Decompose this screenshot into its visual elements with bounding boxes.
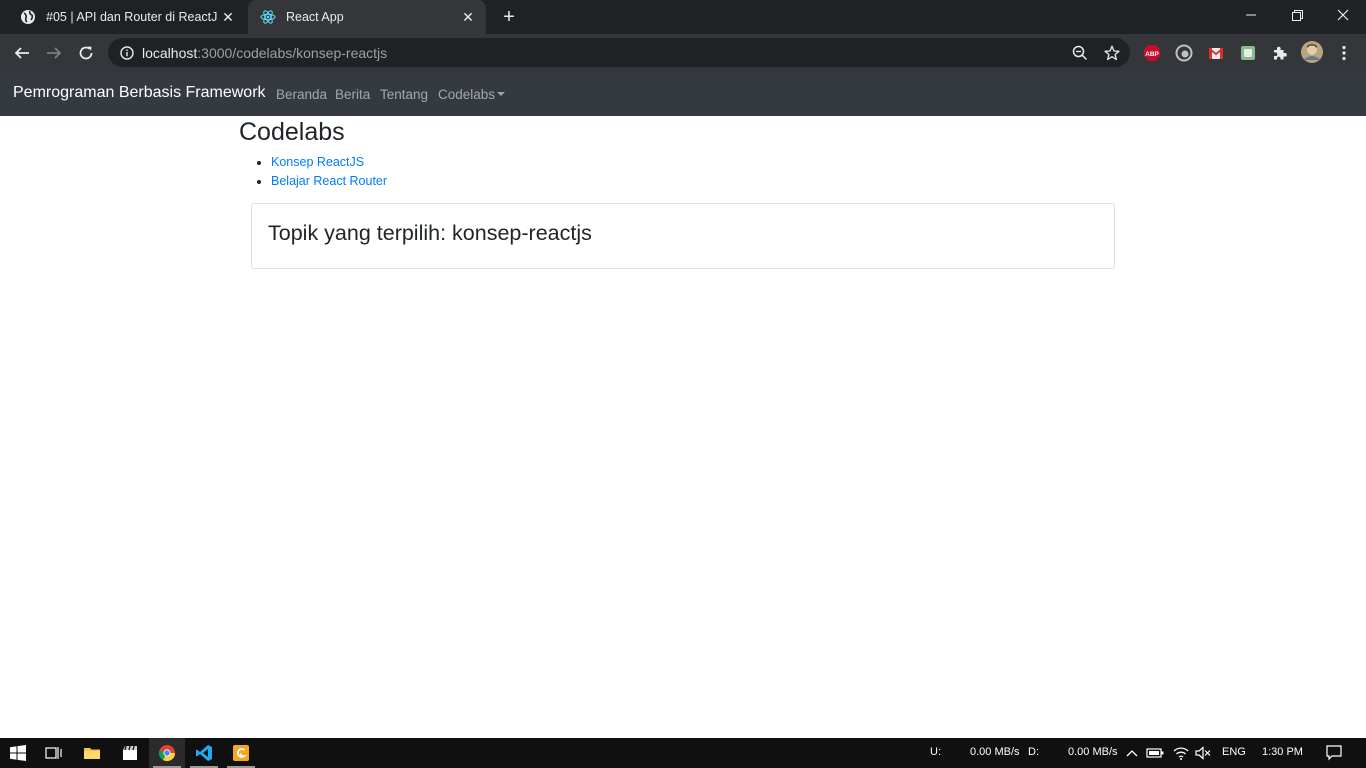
orange-app-icon[interactable] (223, 738, 259, 768)
topic-link-konsep-reactjs[interactable]: Konsep ReactJS (271, 155, 364, 169)
selected-topic-heading: Topik yang terpilih: konsep-reactjs (268, 221, 592, 245)
nav-link-beranda[interactable]: Beranda (276, 87, 327, 102)
topic-link-belajar-react-router[interactable]: Belajar React Router (271, 174, 387, 188)
upload-speed: 0.00 MB/s (970, 746, 1020, 758)
tab-title: React App (286, 10, 344, 24)
tab-title: #05 | API dan Router di ReactJs (46, 10, 218, 24)
volume-muted-icon[interactable] (1194, 738, 1212, 768)
selected-topic-card: Topik yang terpilih: konsep-reactjs (251, 203, 1115, 269)
chrome-taskbar-icon[interactable] (149, 738, 185, 768)
url-path: :3000/codelabs/konsep-reactjs (197, 44, 388, 61)
url-host: localhost (142, 44, 198, 61)
profile-avatar[interactable] (1300, 40, 1324, 64)
media-app-icon[interactable] (112, 738, 148, 768)
close-tab-icon[interactable]: ✕ (458, 7, 478, 27)
list-item: Belajar React Router (271, 173, 387, 192)
task-view-icon[interactable] (36, 738, 72, 768)
browser-tab-react-app[interactable]: React App ✕ (248, 0, 486, 34)
site-info-icon[interactable] (119, 45, 135, 61)
browser-tab-api-router[interactable]: #05 | API dan Router di ReactJs ✕ (8, 0, 246, 34)
app-navbar: Pemrograman Berbasis Framework Beranda B… (0, 72, 1366, 116)
edge-sync-icon[interactable] (1174, 43, 1194, 63)
reload-icon (79, 46, 93, 60)
windows-start-icon[interactable] (0, 738, 36, 768)
page-title: Codelabs (239, 118, 345, 146)
close-window-button[interactable] (1320, 0, 1366, 30)
new-tab-button[interactable]: + (498, 7, 520, 29)
zoom-icon[interactable] (1066, 38, 1094, 67)
nav-link-berita[interactable]: Berita (335, 87, 370, 102)
list-item: Konsep ReactJS (271, 154, 387, 173)
note-extension-icon[interactable] (1238, 43, 1258, 63)
browser-toolbar: localhost:3000/codelabs/konsep-reactjs A… (0, 34, 1366, 72)
chrome-menu-icon[interactable] (1334, 43, 1354, 63)
file-explorer-icon[interactable] (74, 738, 110, 768)
mail-extension-icon[interactable] (1206, 43, 1226, 63)
vscode-icon[interactable] (186, 738, 222, 768)
windows-taskbar: U: 0.00 MB/s D: 0.00 MB/s ENG 1:30 PM (0, 738, 1366, 768)
forward-arrow-icon (47, 47, 62, 59)
forward-button[interactable] (40, 39, 68, 67)
browser-tab-strip: #05 | API dan Router di ReactJs ✕ React … (0, 0, 1366, 34)
nav-dropdown-label: Codelabs (438, 87, 496, 102)
navbar-brand[interactable]: Pemrograman Berbasis Framework (13, 84, 266, 102)
react-logo-icon (260, 9, 276, 25)
restore-button[interactable] (1274, 0, 1320, 30)
battery-icon[interactable] (1146, 738, 1164, 768)
bookmark-star-icon[interactable] (1098, 38, 1126, 67)
download-speed: 0.00 MB/s (1068, 746, 1118, 758)
nav-link-tentang[interactable]: Tentang (380, 87, 428, 102)
minimize-button[interactable] (1228, 0, 1274, 30)
wifi-icon[interactable] (1172, 738, 1190, 768)
back-arrow-icon (14, 47, 29, 59)
upload-label: U: (930, 746, 941, 758)
adblock-plus-icon[interactable]: ABP (1142, 43, 1162, 63)
topic-list: Konsep ReactJS Belajar React Router (271, 154, 387, 192)
download-label: D: (1028, 746, 1039, 758)
close-tab-icon[interactable]: ✕ (218, 7, 238, 27)
puzzle-extensions-icon[interactable] (1270, 43, 1290, 63)
tray-chevron-up-icon[interactable] (1124, 738, 1140, 768)
svg-text:ABP: ABP (1145, 51, 1159, 58)
globe-icon (20, 9, 36, 25)
chevron-down-icon (497, 92, 506, 96)
clock-time[interactable]: 1:30 PM (1262, 746, 1303, 758)
nav-dropdown-codelabs[interactable]: Codelabs (438, 87, 506, 102)
reload-button[interactable] (72, 39, 100, 67)
notifications-icon[interactable] (1316, 738, 1352, 768)
back-button[interactable] (8, 39, 36, 67)
input-language[interactable]: ENG (1222, 746, 1246, 758)
address-bar[interactable]: localhost:3000/codelabs/konsep-reactjs (108, 38, 1130, 67)
